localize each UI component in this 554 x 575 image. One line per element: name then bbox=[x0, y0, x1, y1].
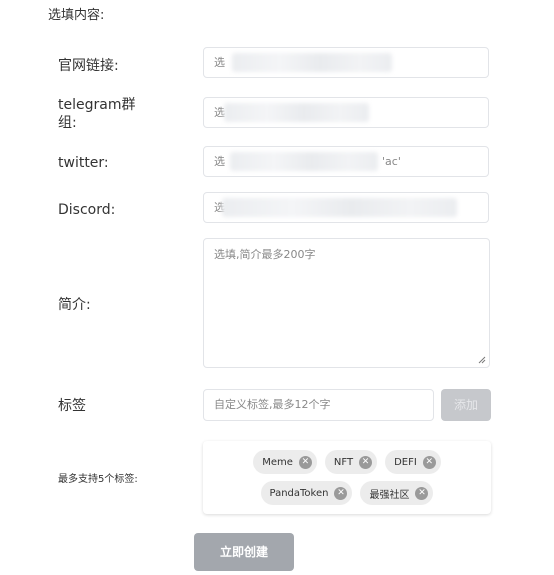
add-tag-button[interactable]: 添加 bbox=[441, 389, 491, 421]
tag-input[interactable]: 自定义标签,最多12个字 bbox=[203, 389, 434, 421]
redacted-value bbox=[232, 53, 392, 72]
resize-handle-icon[interactable] bbox=[478, 356, 486, 364]
twitter-label: twitter: bbox=[58, 155, 109, 171]
redacted-value bbox=[222, 198, 457, 217]
close-icon[interactable]: ✕ bbox=[359, 455, 373, 469]
tag-text: 最强社区 bbox=[369, 489, 410, 501]
telegram-label-line1: telegram群 bbox=[58, 97, 136, 113]
discord-label: Discord: bbox=[58, 202, 116, 218]
create-button[interactable]: 立即创建 bbox=[194, 533, 294, 571]
tag-chip: DEFI ✕ bbox=[385, 450, 441, 474]
website-label: 官网链接: bbox=[58, 58, 119, 74]
twitter-value-prefix: 选 bbox=[214, 155, 225, 168]
tags-container: Meme ✕ NFT ✕ DEFI ✕ PandaToken ✕ 最强社区 ✕ bbox=[203, 441, 491, 514]
tag-text: DEFI bbox=[394, 456, 417, 468]
tag-label: 标签 bbox=[58, 398, 86, 414]
tag-text: Meme bbox=[262, 456, 293, 468]
close-icon[interactable]: ✕ bbox=[334, 486, 348, 500]
redacted-value bbox=[230, 152, 378, 171]
telegram-field[interactable]: 选 bbox=[203, 97, 489, 128]
tag-text: PandaToken bbox=[269, 487, 329, 499]
close-icon[interactable]: ✕ bbox=[298, 455, 312, 469]
tags-row-1: Meme ✕ NFT ✕ DEFI ✕ bbox=[203, 450, 491, 474]
intro-placeholder: 选填,简介最多200字 bbox=[214, 248, 316, 261]
redacted-value bbox=[224, 103, 369, 122]
tag-chip: NFT ✕ bbox=[324, 450, 378, 474]
optional-content-form: 选填内容: 官网链接: 选 telegram群 组: 选 twitter: 选 … bbox=[0, 0, 554, 575]
tag-text: NFT bbox=[333, 456, 354, 468]
tags-hint: 最多支持5个标签: bbox=[58, 474, 138, 485]
tags-row-2: PandaToken ✕ 最强社区 ✕ bbox=[203, 481, 491, 505]
twitter-value-suffix: 'ac' bbox=[382, 155, 401, 168]
close-icon[interactable]: ✕ bbox=[422, 455, 436, 469]
twitter-field[interactable]: 选 'ac' bbox=[203, 146, 489, 177]
section-title: 选填内容: bbox=[48, 8, 105, 23]
intro-textarea[interactable]: 选填,简介最多200字 bbox=[203, 238, 490, 368]
telegram-label-line2: 组: bbox=[58, 115, 77, 131]
tag-chip: Meme ✕ bbox=[253, 450, 317, 474]
close-icon[interactable]: ✕ bbox=[415, 486, 429, 500]
tag-chip: 最强社区 ✕ bbox=[360, 481, 434, 505]
tag-chip: PandaToken ✕ bbox=[260, 481, 353, 505]
discord-field[interactable]: 选 bbox=[203, 192, 489, 223]
intro-label: 简介: bbox=[58, 297, 91, 313]
telegram-label: telegram群 组: bbox=[58, 96, 135, 132]
tag-placeholder: 自定义标签,最多12个字 bbox=[214, 398, 331, 411]
website-value-prefix: 选 bbox=[214, 56, 225, 69]
website-field[interactable]: 选 bbox=[203, 47, 489, 78]
